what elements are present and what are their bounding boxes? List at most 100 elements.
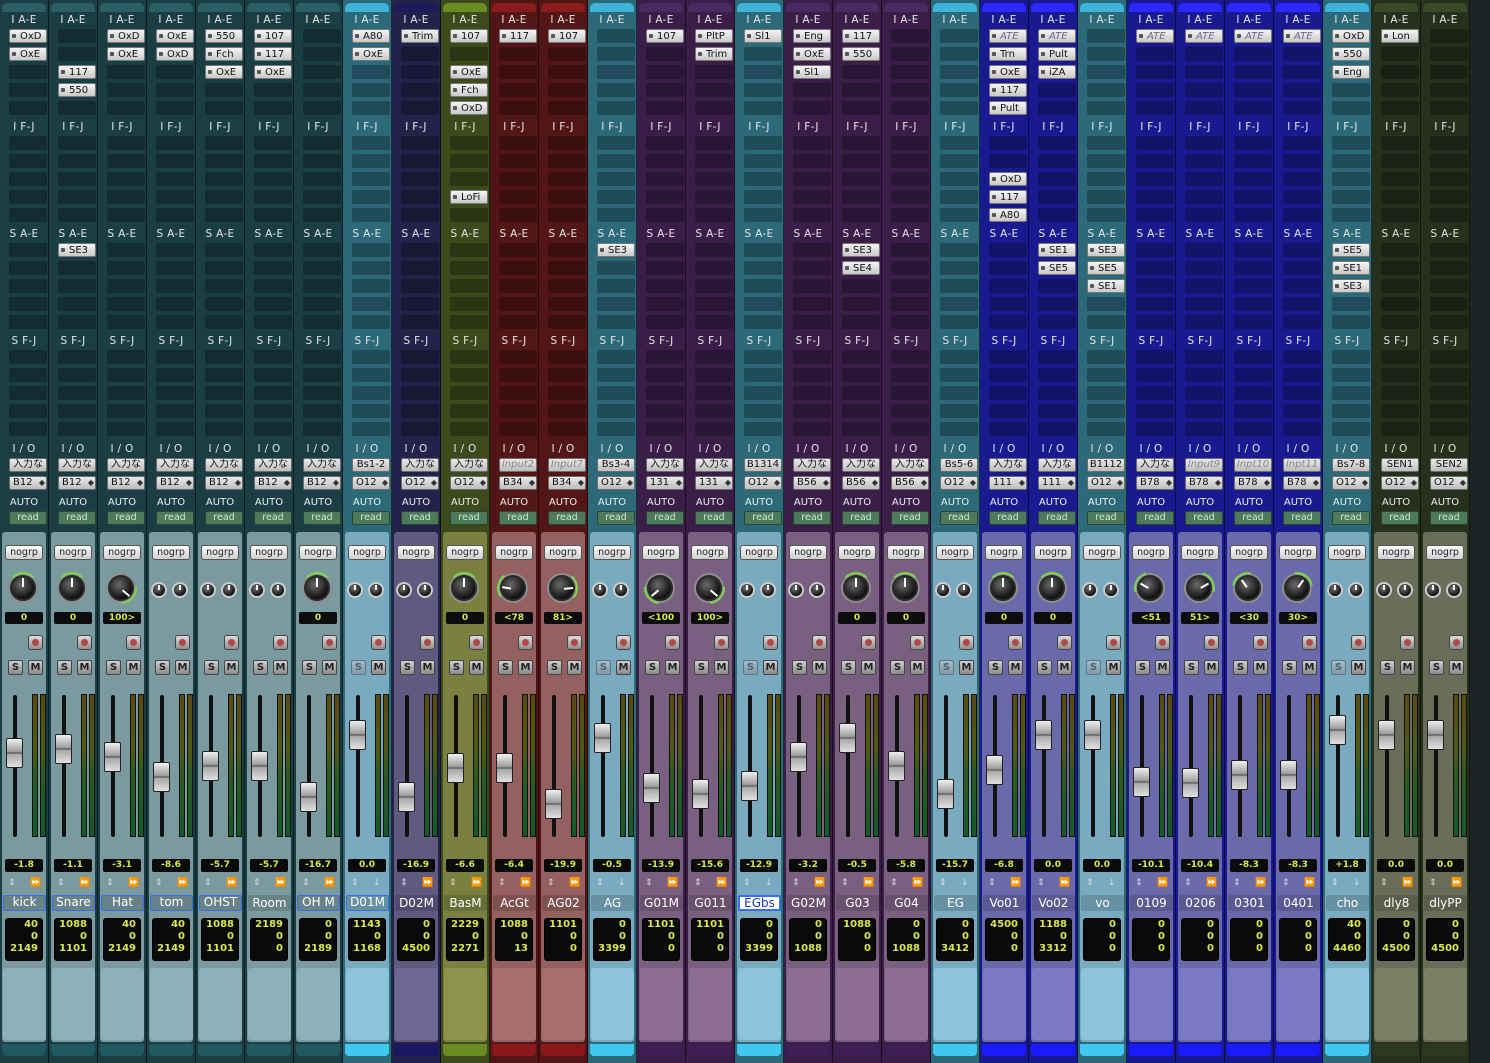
insert-slot-empty[interactable] bbox=[1185, 47, 1223, 61]
pan-knob-left[interactable] bbox=[249, 582, 265, 598]
insert-slot-empty[interactable] bbox=[597, 83, 635, 97]
record-enable-button[interactable] bbox=[567, 635, 582, 650]
send-slot-empty[interactable] bbox=[597, 404, 635, 418]
automation-mode-button[interactable]: read bbox=[1234, 511, 1272, 525]
solo-button[interactable]: S bbox=[449, 660, 464, 675]
fast-forward-icon[interactable]: ⏩ bbox=[912, 878, 923, 888]
comments-field[interactable] bbox=[1081, 968, 1124, 1040]
updown-icon[interactable]: ⇕ bbox=[155, 878, 163, 888]
send-slot-empty[interactable] bbox=[744, 315, 782, 329]
group-button[interactable]: nogrp bbox=[544, 545, 582, 560]
send-slot-empty[interactable] bbox=[254, 404, 292, 418]
send-slot-empty[interactable] bbox=[499, 261, 537, 275]
output-selector[interactable]: 111 ◆ bbox=[1038, 476, 1076, 490]
volume-readout[interactable]: 0.0 bbox=[1083, 859, 1121, 872]
insert-slot-empty[interactable] bbox=[1430, 136, 1468, 150]
insert-slot-empty[interactable] bbox=[1136, 208, 1174, 222]
input-selector[interactable]: 入力な bbox=[58, 458, 96, 472]
send-slot-empty[interactable] bbox=[793, 315, 831, 329]
send-slot-empty[interactable] bbox=[548, 350, 586, 364]
group-button[interactable]: nogrp bbox=[201, 545, 239, 560]
volume-readout[interactable]: +1.8 bbox=[1328, 859, 1366, 872]
insert-slot-empty[interactable] bbox=[1234, 47, 1272, 61]
insert-slot-empty[interactable] bbox=[940, 136, 978, 150]
volume-readout[interactable]: -5.7 bbox=[250, 859, 288, 872]
insert-slot[interactable]: OxE bbox=[205, 65, 243, 79]
insert-slot-empty[interactable] bbox=[1185, 136, 1223, 150]
insert-slot-empty[interactable] bbox=[891, 47, 929, 61]
send-slot-empty[interactable] bbox=[1430, 279, 1468, 293]
pan-knob-right[interactable] bbox=[368, 582, 384, 598]
group-button[interactable]: nogrp bbox=[5, 545, 43, 560]
input-selector[interactable]: 入力な bbox=[989, 458, 1027, 472]
mute-button[interactable]: M bbox=[371, 660, 386, 675]
pan-knob[interactable] bbox=[7, 572, 39, 601]
send-slot-empty[interactable] bbox=[940, 386, 978, 400]
send-slot[interactable]: SE3 bbox=[842, 243, 880, 257]
send-slot-empty[interactable] bbox=[793, 279, 831, 293]
send-slot-empty[interactable] bbox=[695, 368, 733, 382]
send-slot-empty[interactable] bbox=[646, 261, 684, 275]
send-slot-empty[interactable] bbox=[499, 350, 537, 364]
send-slot-empty[interactable] bbox=[352, 243, 390, 257]
group-button[interactable]: nogrp bbox=[348, 545, 386, 560]
volume-readout[interactable]: -6.6 bbox=[446, 859, 484, 872]
send-slot-empty[interactable] bbox=[1381, 404, 1419, 418]
input-selector[interactable]: Input2 bbox=[499, 458, 537, 472]
pan-value[interactable]: 100> bbox=[691, 612, 729, 624]
insert-slot-empty[interactable] bbox=[58, 208, 96, 222]
mute-button[interactable]: M bbox=[1204, 660, 1219, 675]
send-slot-empty[interactable] bbox=[9, 279, 47, 293]
insert-slot-empty[interactable] bbox=[695, 190, 733, 204]
insert-slot-empty[interactable] bbox=[156, 65, 194, 79]
send-slot-empty[interactable] bbox=[9, 243, 47, 257]
group-button[interactable]: nogrp bbox=[495, 545, 533, 560]
insert-slot-empty[interactable] bbox=[450, 172, 488, 186]
send-slot-empty[interactable] bbox=[107, 279, 145, 293]
record-enable-button[interactable] bbox=[175, 635, 190, 650]
insert-slot-empty[interactable] bbox=[1087, 101, 1125, 115]
send-slot-empty[interactable] bbox=[205, 386, 243, 400]
send-slot-empty[interactable] bbox=[695, 261, 733, 275]
send-slot-empty[interactable] bbox=[1136, 368, 1174, 382]
insert-slot[interactable]: A80 bbox=[989, 208, 1027, 222]
record-enable-button[interactable] bbox=[1449, 635, 1464, 650]
updown-icon[interactable]: ⇕ bbox=[351, 878, 359, 888]
track-name-button[interactable]: OHST bbox=[199, 895, 242, 911]
insert-slot-empty[interactable] bbox=[254, 83, 292, 97]
send-slot-empty[interactable] bbox=[107, 297, 145, 311]
send-slot-empty[interactable] bbox=[401, 404, 439, 418]
pan-value[interactable]: 0 bbox=[446, 612, 484, 624]
insert-slot-empty[interactable] bbox=[205, 190, 243, 204]
insert-slot-empty[interactable] bbox=[450, 154, 488, 168]
record-enable-button[interactable] bbox=[1155, 635, 1170, 650]
input-selector[interactable]: 入力な bbox=[9, 458, 47, 472]
automation-mode-button[interactable]: read bbox=[401, 511, 439, 525]
pan-knob[interactable] bbox=[1225, 565, 1271, 611]
output-selector[interactable]: O12 ◆ bbox=[1332, 476, 1370, 490]
insert-slot-empty[interactable] bbox=[646, 172, 684, 186]
insert-slot-empty[interactable] bbox=[695, 136, 733, 150]
send-slot-empty[interactable] bbox=[646, 386, 684, 400]
insert-slot-empty[interactable] bbox=[891, 190, 929, 204]
group-button[interactable]: nogrp bbox=[299, 545, 337, 560]
insert-slot-empty[interactable] bbox=[254, 190, 292, 204]
pan-knob-left[interactable] bbox=[396, 582, 412, 598]
insert-slot[interactable]: OxD bbox=[156, 47, 194, 61]
automation-mode-button[interactable]: read bbox=[1381, 511, 1419, 525]
send-slot-empty[interactable] bbox=[499, 422, 537, 436]
insert-slot[interactable]: 550 bbox=[205, 29, 243, 43]
insert-slot[interactable]: OxD bbox=[989, 172, 1027, 186]
volume-fader[interactable] bbox=[251, 751, 268, 781]
insert-slot-empty[interactable] bbox=[1087, 154, 1125, 168]
send-slot-empty[interactable] bbox=[156, 315, 194, 329]
send-slot-empty[interactable] bbox=[58, 404, 96, 418]
output-selector[interactable]: 131 ◆ bbox=[646, 476, 684, 490]
insert-slot-empty[interactable] bbox=[450, 47, 488, 61]
insert-slot-empty[interactable] bbox=[1430, 65, 1468, 79]
updown-icon[interactable]: ⇕ bbox=[1429, 878, 1437, 888]
pan-knob-left[interactable] bbox=[788, 582, 804, 598]
insert-slot-empty[interactable] bbox=[303, 136, 341, 150]
solo-button[interactable]: S bbox=[1233, 660, 1248, 675]
insert-slot-empty[interactable] bbox=[842, 190, 880, 204]
